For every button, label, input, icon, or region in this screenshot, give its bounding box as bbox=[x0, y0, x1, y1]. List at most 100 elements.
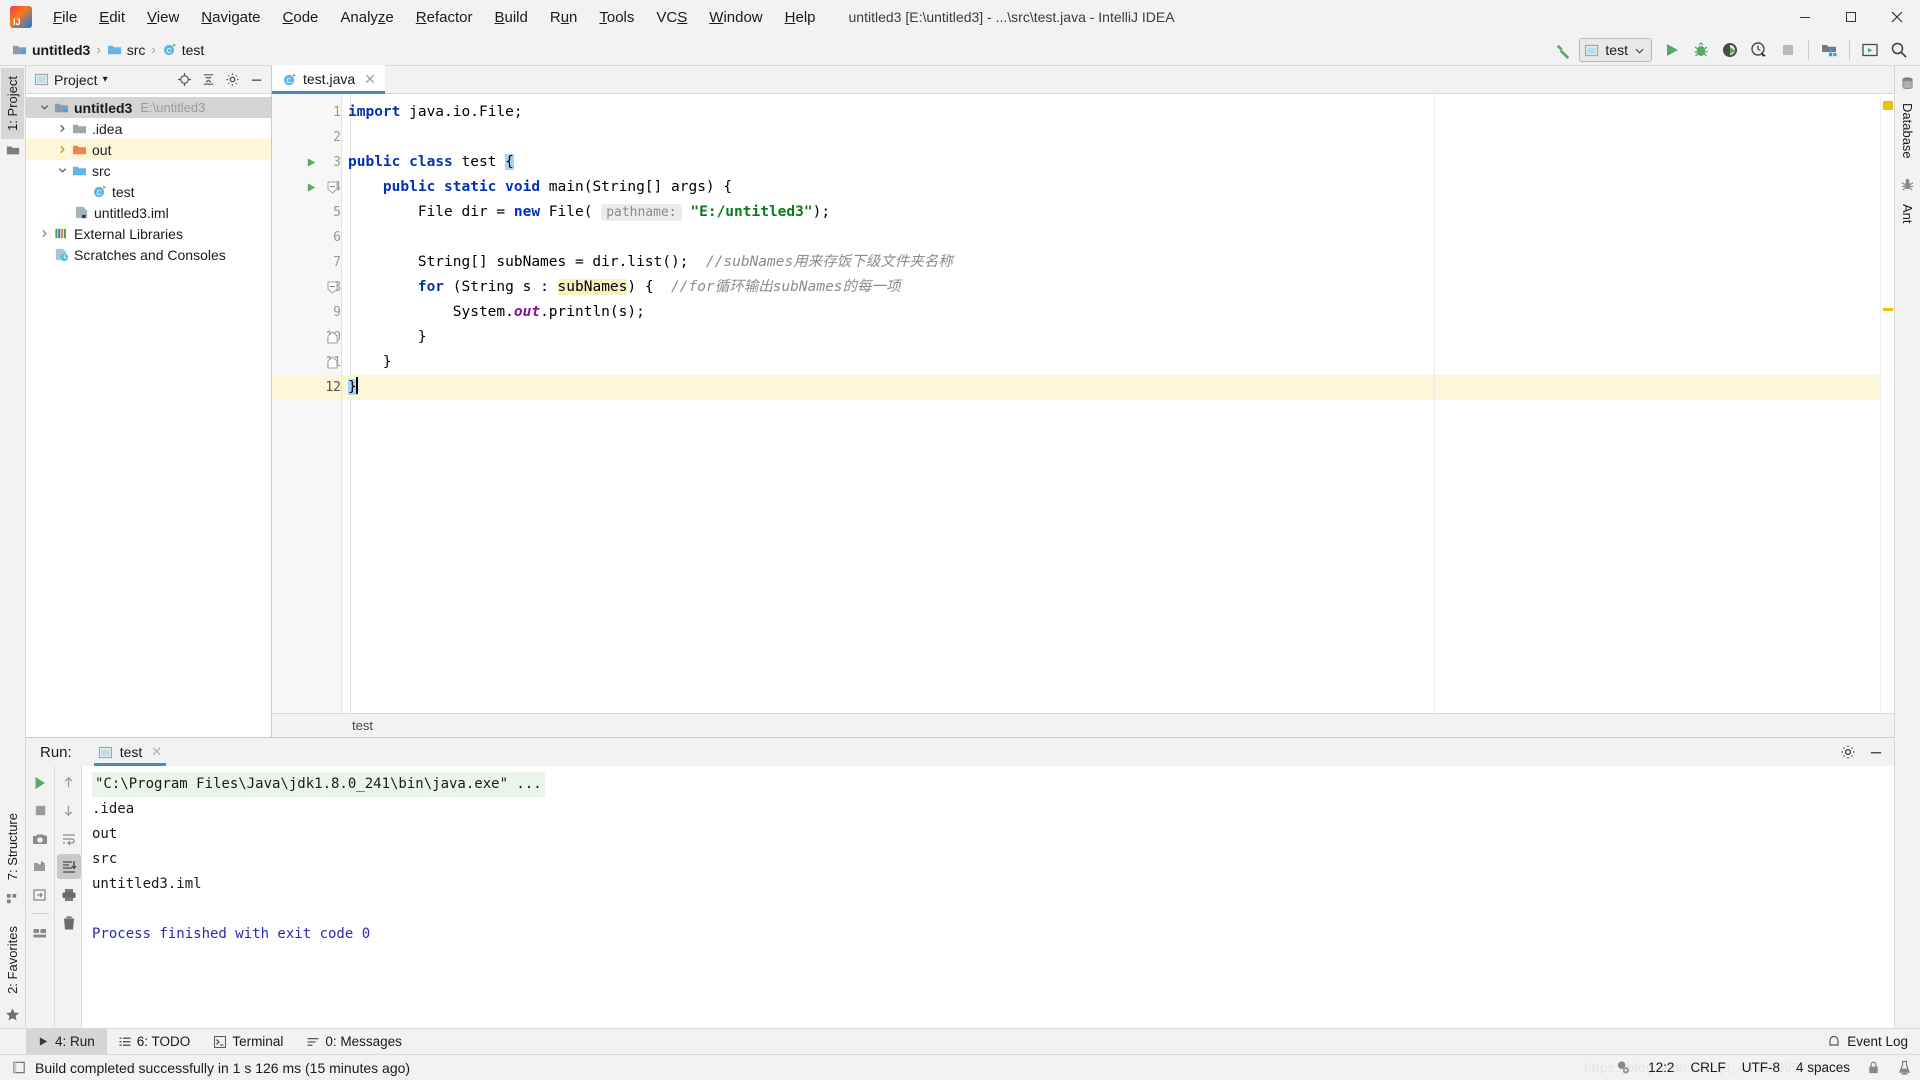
editor-tab-bar: C test.java ✕ bbox=[272, 65, 1894, 94]
project-panel-header: Project ▾ bbox=[26, 66, 271, 94]
maximize-button[interactable] bbox=[1828, 0, 1874, 34]
close-button[interactable] bbox=[1874, 0, 1920, 34]
tree-node-external-libraries[interactable]: External Libraries bbox=[26, 223, 271, 244]
event-log-button[interactable]: Event Log bbox=[1827, 1034, 1920, 1049]
warning-marker[interactable] bbox=[1883, 101, 1893, 110]
chevron-right-icon[interactable] bbox=[36, 229, 52, 238]
fold-end-icon[interactable] bbox=[326, 331, 338, 344]
tree-node-untitled3[interactable]: untitled3 E:\untitled3 bbox=[26, 97, 271, 118]
fold-start-icon[interactable] bbox=[326, 181, 338, 194]
arrow-up-icon[interactable] bbox=[57, 770, 81, 795]
lock-icon[interactable] bbox=[1866, 1060, 1881, 1075]
editor-overview-ruler[interactable] bbox=[1880, 94, 1894, 713]
breadcrumb-src[interactable]: src bbox=[103, 40, 150, 60]
run-button[interactable] bbox=[1659, 37, 1685, 63]
pin-tab-icon[interactable] bbox=[28, 882, 52, 907]
bottom-tab-terminal[interactable]: Terminal bbox=[202, 1029, 295, 1055]
indent-setting[interactable]: 4 spaces bbox=[1796, 1060, 1850, 1075]
caret-marker[interactable] bbox=[1883, 308, 1893, 311]
console-output[interactable]: "C:\Program Files\Java\jdk1.8.0_241\bin\… bbox=[82, 766, 1894, 1028]
project-structure-button[interactable] bbox=[1816, 37, 1842, 63]
profiler-button[interactable] bbox=[1746, 37, 1772, 63]
rerun-button[interactable] bbox=[28, 770, 52, 795]
editor-breadcrumb-label[interactable]: test bbox=[352, 718, 373, 733]
caret-position[interactable]: 12:2 bbox=[1648, 1060, 1674, 1075]
menu-view[interactable]: View bbox=[136, 5, 190, 30]
sidebar-item-favorites[interactable]: 2: Favorites bbox=[1, 918, 24, 1002]
code-editor[interactable]: import java.io.File; public class test {… bbox=[342, 94, 1880, 713]
stop-button[interactable] bbox=[1775, 37, 1801, 63]
breadcrumb-untitled3[interactable]: untitled3 bbox=[8, 40, 94, 60]
stop-button[interactable] bbox=[28, 798, 52, 823]
main-content-row: 1: Project 7: Structure 2: Favorites Pro… bbox=[0, 65, 1920, 1028]
scroll-end-icon[interactable] bbox=[56, 854, 81, 879]
chevron-down-icon[interactable] bbox=[1634, 45, 1645, 56]
sidebar-item-structure[interactable]: 7: Structure bbox=[1, 805, 24, 888]
hide-panel-button[interactable] bbox=[245, 69, 267, 91]
sidebar-item-project[interactable]: 1: Project bbox=[1, 68, 24, 139]
memory-indicator-icon[interactable] bbox=[1897, 1060, 1912, 1076]
run-with-coverage-button[interactable] bbox=[1717, 37, 1743, 63]
project-panel-title[interactable]: Project ▾ bbox=[34, 72, 108, 88]
menu-tools[interactable]: Tools bbox=[588, 5, 645, 30]
debug-button[interactable] bbox=[1688, 37, 1714, 63]
search-everywhere-button[interactable] bbox=[1886, 37, 1912, 63]
tree-node-iml[interactable]: untitled3.iml bbox=[26, 202, 271, 223]
arrow-down-icon[interactable] bbox=[57, 798, 81, 823]
collapse-all-button[interactable] bbox=[197, 69, 219, 91]
menu-build[interactable]: Build bbox=[483, 5, 538, 30]
sidebar-item-database[interactable]: Database bbox=[1896, 95, 1919, 167]
menu-help[interactable]: Help bbox=[774, 5, 827, 30]
tree-node-test[interactable]: C test bbox=[26, 181, 271, 202]
editor-tab-test-java[interactable]: C test.java ✕ bbox=[272, 65, 385, 94]
fold-start-icon[interactable] bbox=[326, 281, 338, 294]
menu-navigate[interactable]: Navigate bbox=[190, 5, 271, 30]
bottom-tab-run[interactable]: 4: Run bbox=[26, 1028, 107, 1055]
tree-node-scratches[interactable]: Scratches and Consoles bbox=[26, 244, 271, 265]
layout-icon[interactable] bbox=[28, 920, 52, 945]
printer-icon[interactable] bbox=[57, 882, 81, 907]
chevron-down-icon[interactable]: ▾ bbox=[103, 74, 108, 85]
inspection-icon[interactable] bbox=[1615, 1059, 1632, 1076]
bottom-tab-messages[interactable]: 0: Messages bbox=[295, 1029, 414, 1055]
notification-icon[interactable] bbox=[12, 1060, 27, 1075]
menu-vcs[interactable]: VCS bbox=[645, 5, 698, 30]
close-icon[interactable]: ✕ bbox=[364, 71, 376, 88]
run-method-gutter-icon[interactable] bbox=[304, 182, 318, 193]
menu-window[interactable]: Window bbox=[698, 5, 773, 30]
hammer-icon[interactable] bbox=[1550, 37, 1576, 63]
trash-icon[interactable] bbox=[57, 910, 81, 935]
tree-node-src[interactable]: src bbox=[26, 160, 271, 181]
menu-analyze[interactable]: Analyze bbox=[329, 5, 404, 30]
bottom-tab-todo[interactable]: 6: TODO bbox=[107, 1029, 203, 1055]
breadcrumb-test[interactable]: C test bbox=[158, 40, 209, 60]
run-tab-test[interactable]: test ✕ bbox=[93, 738, 167, 766]
chevron-right-icon[interactable] bbox=[54, 145, 70, 154]
tree-node-idea[interactable]: .idea bbox=[26, 118, 271, 139]
file-encoding[interactable]: UTF-8 bbox=[1742, 1060, 1780, 1075]
chevron-down-icon[interactable] bbox=[36, 103, 52, 112]
menu-edit[interactable]: Edit bbox=[88, 5, 136, 30]
minimize-button[interactable] bbox=[1782, 0, 1828, 34]
sidebar-item-ant[interactable]: Ant bbox=[1896, 196, 1919, 232]
restore-layout-icon[interactable] bbox=[28, 854, 52, 879]
locate-file-button[interactable] bbox=[173, 69, 195, 91]
run-configuration-selector[interactable]: test bbox=[1579, 38, 1652, 62]
tree-node-out[interactable]: out bbox=[26, 139, 271, 160]
chevron-right-icon[interactable] bbox=[54, 124, 70, 133]
menu-file[interactable]: File bbox=[42, 5, 88, 30]
chevron-down-icon[interactable] bbox=[54, 166, 70, 175]
select-opened-file-button[interactable] bbox=[1857, 37, 1883, 63]
menu-code[interactable]: Code bbox=[272, 5, 330, 30]
menu-run[interactable]: Run bbox=[539, 5, 589, 30]
soft-wrap-icon[interactable] bbox=[57, 826, 81, 851]
fold-end-icon[interactable] bbox=[326, 356, 338, 369]
gear-icon[interactable] bbox=[1840, 744, 1856, 760]
menu-refactor[interactable]: Refactor bbox=[405, 5, 484, 30]
close-icon[interactable]: ✕ bbox=[151, 744, 162, 760]
camera-icon[interactable] bbox=[28, 826, 52, 851]
run-class-gutter-icon[interactable] bbox=[304, 157, 318, 168]
gear-icon[interactable] bbox=[221, 69, 243, 91]
hide-run-panel-button[interactable] bbox=[1868, 744, 1884, 760]
line-separator[interactable]: CRLF bbox=[1690, 1060, 1725, 1075]
